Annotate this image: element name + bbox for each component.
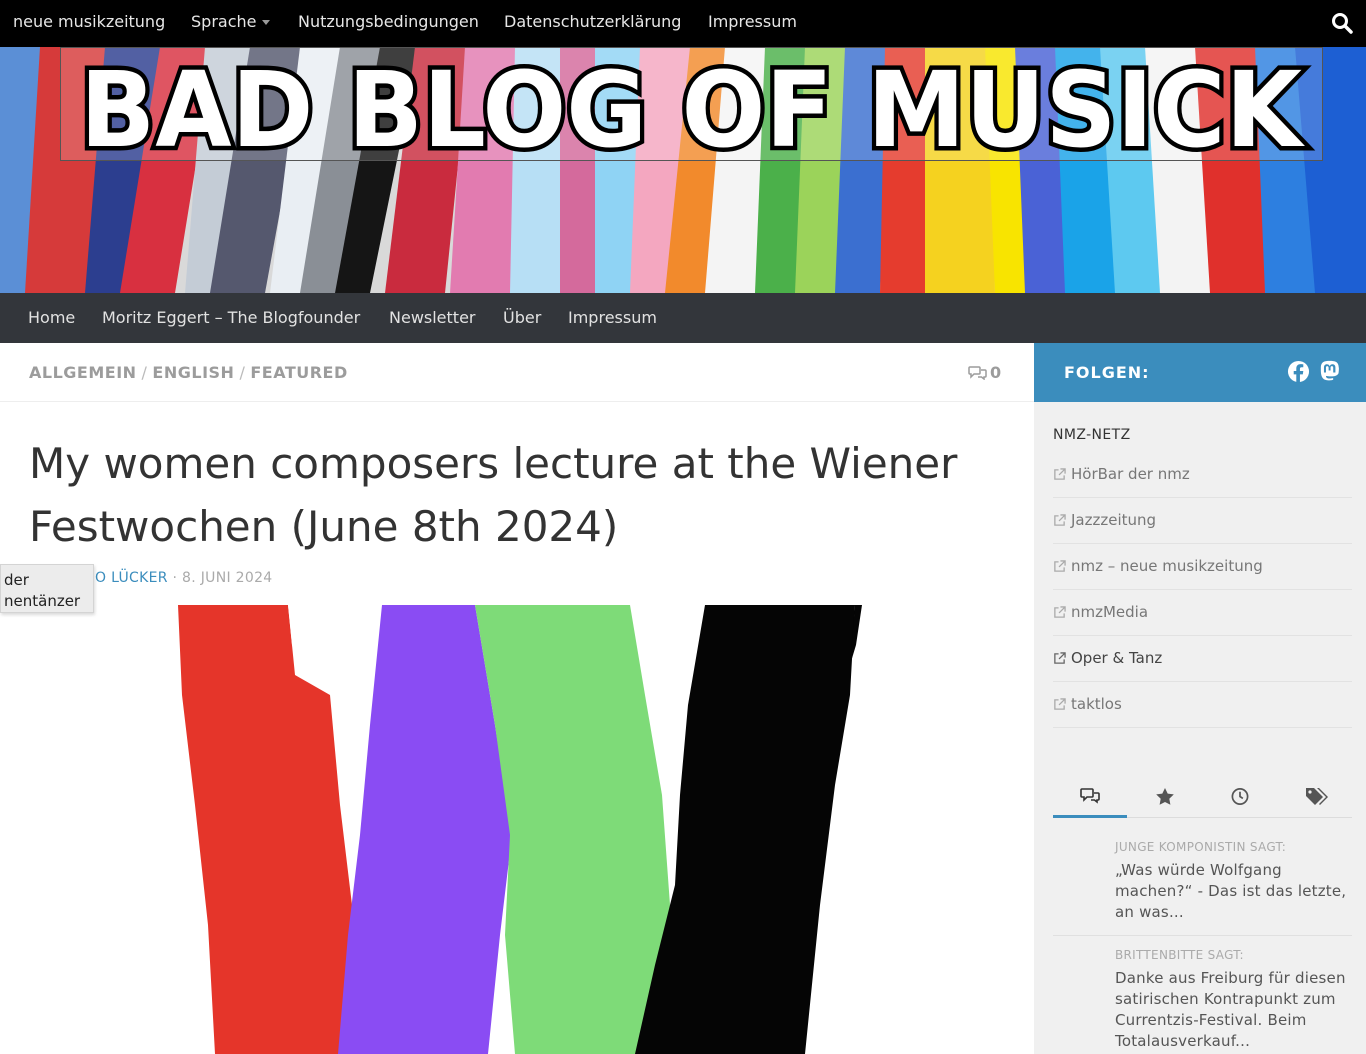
link-nmz[interactable]: nmz – neue musikzeitung <box>1071 557 1263 575</box>
post-date: 8. JUNI 2024 <box>182 570 273 586</box>
nmz-link-list: HörBar der nmz Jazzzeitung nmz – neue mu… <box>1053 452 1352 728</box>
facebook-icon[interactable] <box>1287 360 1310 383</box>
comments-icon <box>1080 788 1100 804</box>
category-english[interactable]: ENGLISH <box>152 363 234 382</box>
category-allgemein[interactable]: ALLGEMEIN <box>29 363 137 382</box>
nmz-netz-heading: NMZ-NETZ <box>1053 427 1131 443</box>
byline-dot: · <box>172 570 183 586</box>
black-brush-stroke <box>635 605 855 1054</box>
red-brush-stroke <box>178 605 360 1054</box>
nav-blogfounder[interactable]: Moritz Eggert – The Blogfounder <box>102 293 360 343</box>
post-byline: O LÜCKER · 8. JUNI 2024 <box>95 570 273 586</box>
nav-impressum[interactable]: Impressum <box>568 293 657 343</box>
topbar-link-neue-musikzeitung[interactable]: neue musikzeitung <box>13 0 165 47</box>
category-featured[interactable]: FEATURED <box>250 363 347 382</box>
main-nav: Home Moritz Eggert – The Blogfounder New… <box>0 293 1366 343</box>
tab-recent[interactable] <box>1203 780 1277 818</box>
external-link-icon <box>1054 560 1066 572</box>
external-link-icon <box>1054 652 1066 664</box>
post-author[interactable]: O LÜCKER <box>95 570 168 586</box>
nav-newsletter[interactable]: Newsletter <box>389 293 476 343</box>
post-title: My women composers lecture at the Wiener… <box>29 439 958 551</box>
recent-comment[interactable]: BRITTENBITTE SAGT: Danke aus Freiburg fü… <box>1053 948 1352 1054</box>
header-banner[interactable]: BAD BLOG OF MUSICK <box>0 47 1366 293</box>
sidebar-tabs <box>1053 780 1352 818</box>
mastodon-icon[interactable] <box>1319 360 1341 382</box>
recent-comment[interactable]: JUNGE KOMPONISTIN SAGT: „Was würde Wolfg… <box>1053 840 1352 936</box>
comment-count: 0 <box>990 363 1002 382</box>
link-hoerbar[interactable]: HörBar der nmz <box>1071 465 1190 483</box>
comments-link[interactable]: 0 <box>968 363 1001 382</box>
purple-brush-stroke <box>338 605 512 1054</box>
tab-popular[interactable] <box>1128 780 1202 818</box>
chevron-down-icon <box>262 20 271 25</box>
tooltip: der nentänzer <box>0 564 94 613</box>
topbar-dropdown-sprache[interactable]: Sprache <box>191 0 271 47</box>
list-item[interactable]: nmz – neue musikzeitung <box>1053 544 1352 590</box>
tooltip-line-2: nentänzer <box>4 592 81 610</box>
star-icon <box>1156 788 1174 805</box>
comment-excerpt[interactable]: „Was würde Wolfgang machen?“ - Das ist d… <box>1115 860 1349 923</box>
nav-home[interactable]: Home <box>28 293 75 343</box>
topbar-link-datenschutz[interactable]: Datenschutzerklärung <box>504 0 681 47</box>
follow-label: FOLGEN: <box>1064 363 1150 382</box>
tooltip-line-1: der <box>4 571 29 589</box>
list-item[interactable]: nmzMedia <box>1053 590 1352 636</box>
clock-icon <box>1231 788 1249 805</box>
comment-author: BRITTENBITTE SAGT: <box>1115 948 1244 962</box>
topbar-sprache-label: Sprache <box>191 12 257 31</box>
topbar-link-impressum[interactable]: Impressum <box>708 0 797 47</box>
external-link-icon <box>1054 514 1066 526</box>
link-oper-tanz[interactable]: Oper & Tanz <box>1071 649 1162 667</box>
comment-author: JUNGE KOMPONISTIN SAGT: <box>1115 840 1287 854</box>
list-item[interactable]: taktlos <box>1053 682 1352 728</box>
sidebar: FOLGEN: NMZ-NETZ HörBar der nmz Jazzzeit… <box>1034 343 1366 1054</box>
external-link-icon <box>1054 698 1066 710</box>
list-item[interactable]: HörBar der nmz <box>1053 452 1352 498</box>
tags-icon <box>1306 788 1328 805</box>
topbar-link-nutzungsbedingungen[interactable]: Nutzungsbedingungen <box>298 0 479 47</box>
post-category-bar: ALLGEMEIN / ENGLISH / FEATURED 0 <box>0 343 1034 402</box>
external-link-icon <box>1054 468 1066 480</box>
list-item[interactable]: Jazzzeitung <box>1053 498 1352 544</box>
comments-icon <box>968 366 987 381</box>
comment-excerpt[interactable]: Danke aus Freiburg für diesen satirische… <box>1115 968 1349 1052</box>
external-link-icon <box>1054 606 1066 618</box>
featured-image[interactable] <box>170 605 870 1054</box>
tab-comments[interactable] <box>1053 780 1127 818</box>
list-item[interactable]: Oper & Tanz <box>1053 636 1352 682</box>
link-nmzmedia[interactable]: nmzMedia <box>1071 603 1148 621</box>
link-taktlos[interactable]: taktlos <box>1071 695 1122 713</box>
link-jazzzeitung[interactable]: Jazzzeitung <box>1071 511 1156 529</box>
follow-bar: FOLGEN: <box>1034 343 1366 402</box>
nav-ueber[interactable]: Über <box>503 293 541 343</box>
tab-tags[interactable] <box>1278 780 1352 818</box>
top-bar: neue musikzeitung Sprache Nutzungsbeding… <box>0 0 1366 47</box>
site-logo[interactable]: BAD BLOG OF MUSICK <box>60 47 1323 161</box>
category-separator: / <box>141 363 148 382</box>
logo-text: BAD BLOG OF MUSICK <box>80 49 1305 161</box>
category-list: ALLGEMEIN / ENGLISH / FEATURED <box>29 363 348 382</box>
search-icon[interactable] <box>1331 12 1353 34</box>
category-separator: / <box>239 363 246 382</box>
